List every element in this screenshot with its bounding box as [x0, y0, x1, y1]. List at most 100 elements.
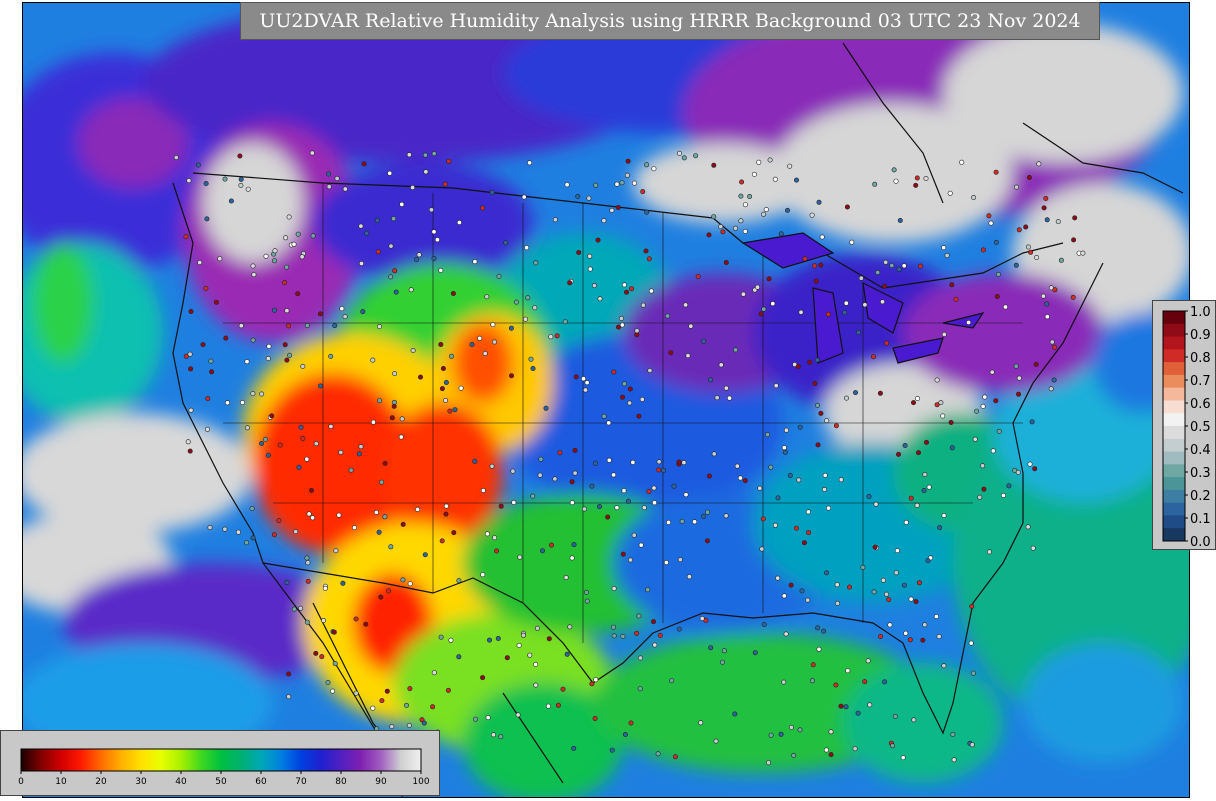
station-dot — [901, 582, 907, 588]
station-dot — [448, 353, 454, 359]
station-dot — [204, 216, 210, 222]
station-dot — [772, 522, 778, 528]
station-dot — [408, 287, 414, 293]
station-dot — [205, 426, 211, 432]
station-dot — [988, 220, 994, 226]
station-dot — [823, 570, 829, 576]
station-dot — [858, 275, 864, 281]
station-dot — [799, 588, 805, 594]
station-dot — [688, 323, 694, 329]
station-dot — [911, 717, 917, 723]
station-dot — [592, 460, 598, 466]
station-dot — [949, 445, 955, 451]
station-dot — [701, 513, 707, 519]
station-dot — [788, 582, 794, 588]
station-dot — [833, 682, 839, 688]
station-dot — [764, 432, 770, 438]
station-dot — [761, 621, 767, 627]
station-dot — [949, 282, 955, 288]
station-dot — [950, 731, 956, 737]
station-dot — [472, 259, 478, 265]
station-dot — [843, 395, 849, 401]
station-dot — [923, 439, 929, 445]
station-dot — [619, 180, 625, 186]
station-dot — [447, 408, 453, 414]
station-dot — [537, 472, 543, 478]
station-dot — [388, 274, 394, 280]
station-dot — [552, 217, 558, 223]
station-dot — [358, 223, 364, 229]
station-dot — [589, 483, 595, 489]
station-dot — [492, 535, 498, 541]
station-dot — [583, 589, 589, 595]
station-dot — [528, 356, 534, 362]
station-dot — [806, 530, 812, 536]
rh-colorbar-tick-label: 60 — [255, 777, 267, 787]
station-dot — [982, 394, 988, 400]
station-dot — [622, 731, 628, 737]
station-dot — [203, 285, 209, 291]
station-dot — [398, 434, 404, 440]
station-dot — [361, 161, 367, 167]
station-dot — [630, 459, 636, 465]
station-dot — [573, 374, 579, 380]
station-dot — [400, 577, 406, 583]
station-dot — [1013, 184, 1019, 190]
station-dot — [793, 525, 799, 531]
station-dot — [611, 369, 617, 375]
station-dot — [720, 229, 726, 235]
station-dot — [187, 448, 193, 454]
station-dot — [356, 451, 362, 457]
station-dot — [272, 307, 278, 313]
station-dot — [644, 209, 650, 215]
station-dot — [721, 648, 727, 654]
station-dot — [733, 347, 739, 353]
station-dot — [250, 391, 256, 397]
station-dot — [657, 632, 663, 638]
station-dot — [1028, 249, 1034, 255]
station-dot — [293, 529, 299, 535]
station-dot — [370, 705, 376, 711]
obs-colorbar-swatch — [1163, 438, 1185, 453]
station-dot — [986, 549, 992, 555]
station-dot — [624, 172, 630, 178]
station-dot — [846, 584, 852, 590]
obs-colorbar-tick-label: 0.6 — [1190, 397, 1211, 412]
station-dot — [807, 359, 813, 365]
station-dot — [375, 249, 381, 255]
station-dot — [951, 757, 957, 763]
station-dot — [438, 267, 444, 273]
station-dot — [304, 619, 310, 625]
station-dot — [763, 207, 769, 213]
station-dot — [938, 400, 944, 406]
station-dot — [517, 554, 523, 560]
station-dot — [718, 362, 724, 368]
station-dot — [1030, 545, 1036, 551]
station-dot — [379, 479, 385, 485]
station-dot — [376, 529, 382, 535]
station-dot — [338, 449, 344, 455]
station-dot — [646, 488, 652, 494]
station-dot — [915, 450, 921, 456]
station-dot — [833, 423, 839, 429]
station-dot — [399, 201, 405, 207]
station-dot — [595, 237, 601, 243]
station-dot — [1013, 262, 1019, 268]
station-dot — [423, 169, 429, 175]
station-dot — [634, 328, 640, 334]
station-dot — [286, 214, 292, 220]
station-dot — [645, 587, 651, 593]
station-dot — [458, 385, 464, 391]
rh-colorbar-tick-label: 20 — [95, 777, 107, 787]
station-dot — [995, 271, 1001, 277]
station-dot — [521, 194, 527, 200]
station-dot — [567, 280, 573, 286]
station-dot — [1051, 377, 1057, 383]
station-dot — [768, 732, 774, 738]
station-dot — [889, 262, 895, 268]
station-dot — [548, 542, 554, 548]
station-dot — [477, 335, 483, 341]
station-dot — [877, 390, 883, 396]
station-dot — [382, 460, 388, 466]
station-dot — [676, 626, 682, 632]
